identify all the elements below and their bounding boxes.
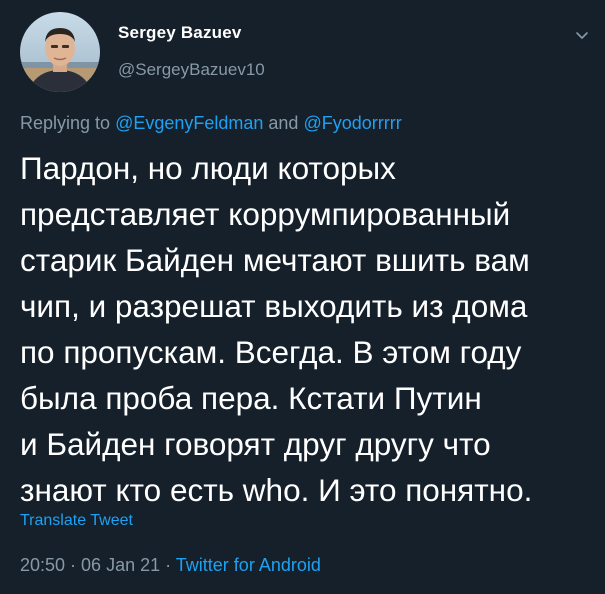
mention-link-1[interactable]: @EvgenyFeldman [115, 113, 263, 133]
avatar[interactable] [20, 12, 100, 92]
author-display-name[interactable]: Sergey Bazuev [118, 23, 242, 43]
replying-prefix: Replying to [20, 113, 116, 133]
tweet-source-link[interactable]: Twitter for Android [176, 555, 321, 575]
tweet-time[interactable]: 20:50 [20, 555, 65, 575]
replying-connector: and [263, 113, 304, 133]
translate-tweet-link[interactable]: Translate Tweet [20, 512, 133, 530]
meta-separator: · [65, 555, 82, 575]
mention-link-2[interactable]: @Fyodorrrrr [303, 113, 401, 133]
chevron-down-icon[interactable] [573, 26, 591, 44]
author-handle[interactable]: @SergeyBazuev10 [118, 60, 265, 80]
user-avatar-photo-icon [20, 12, 100, 92]
tweet-meta: 20:50 · 06 Jan 21 · Twitter for Android [20, 555, 321, 576]
tweet-date[interactable]: 06 Jan 21 [81, 555, 160, 575]
replying-to-line: Replying to @EvgenyFeldman and @Fyodorrr… [20, 113, 402, 134]
meta-separator: · [160, 555, 176, 575]
tweet-text: Пардон, но люди которых представляет кор… [20, 150, 533, 508]
tweet-card: Sergey Bazuev @SergeyBazuev10 Replying t… [0, 0, 605, 594]
